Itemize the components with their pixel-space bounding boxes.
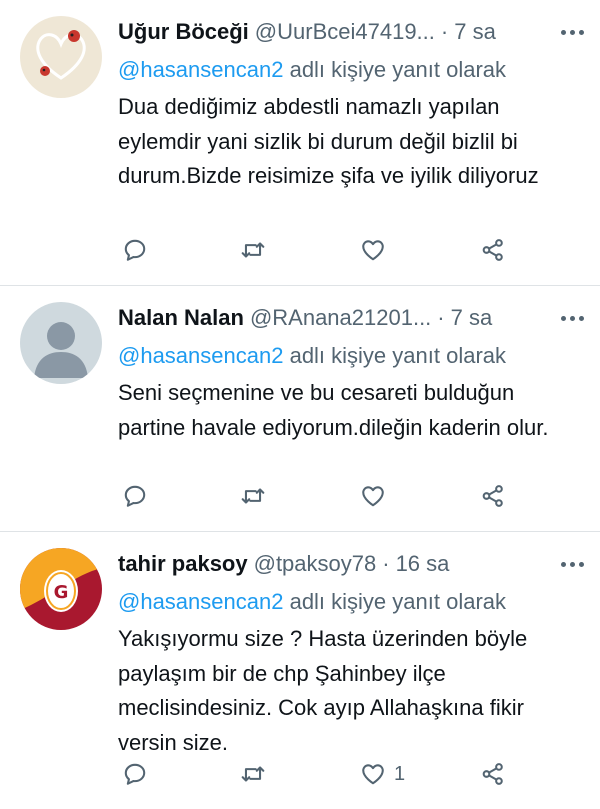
default-profile-image (20, 302, 102, 384)
avatar[interactable] (20, 302, 102, 384)
separator-dot: · (440, 19, 449, 44)
galatasaray-logo-avatar: G (20, 548, 102, 630)
display-name[interactable]: tahir paksoy (118, 551, 248, 577)
timestamp[interactable]: 7 sa (451, 305, 493, 331)
share-button[interactable] (480, 234, 506, 266)
timestamp[interactable]: 16 sa (396, 551, 450, 577)
reply-context: @hasansencan2 adlı kişiye yanıt olarak (118, 52, 586, 88)
more-options-button[interactable] (558, 304, 586, 332)
reply-suffix: adlı kişiye yanıt olarak (289, 57, 507, 82)
tweet-header: Nalan Nalan @RAnana21201... · 7 sa (118, 298, 586, 338)
tweet-actions: 1 (118, 758, 558, 790)
more-icon (560, 315, 566, 321)
tweet-text: Seni seçmenine ve bu cesareti bulduğun p… (118, 380, 549, 440)
reply-suffix: adlı kişiye yanıt olarak (289, 343, 507, 368)
separator-dot: · (382, 551, 390, 576)
like-button[interactable] (360, 480, 394, 512)
tweet-text: Yakışıyormu size ? Hasta üzerinden böyle… (118, 626, 528, 755)
reply-mention-link[interactable]: @hasansencan2 (118, 589, 283, 614)
like-icon (362, 240, 384, 261)
display-name[interactable]: Nalan Nalan (118, 305, 244, 331)
reply-mention-link[interactable]: @hasansencan2 (118, 57, 283, 82)
like-icon (362, 486, 384, 507)
more-options-button[interactable] (558, 18, 586, 46)
tweet-header: Uğur Böceği @UurBcei47419... · 7 sa (118, 12, 586, 52)
like-count: 1 (394, 762, 406, 785)
tweet-actions (118, 234, 558, 266)
share-icon (482, 485, 503, 507)
display-name[interactable]: Uğur Böceği (118, 19, 249, 45)
retweet-button[interactable] (240, 234, 266, 266)
user-handle[interactable]: @tpaksoy78 (254, 551, 377, 577)
reply-mention-link[interactable]: @hasansencan2 (118, 343, 283, 368)
reply-button[interactable] (122, 234, 148, 266)
user-handle[interactable]: @RAnana21201... (250, 305, 431, 331)
more-icon (560, 561, 566, 567)
more-options-button[interactable] (558, 550, 586, 578)
reply-suffix: adlı kişiye yanıt olarak (289, 589, 507, 614)
tweet[interactable]: Nalan Nalan @RAnana21201... · 7 sa @hasa… (0, 286, 600, 532)
retweet-button[interactable] (240, 758, 266, 790)
tweet-actions (118, 480, 558, 512)
timestamp[interactable]: 7 sa (454, 19, 496, 45)
reply-context: @hasansencan2 adlı kişiye yanıt olarak (118, 584, 586, 620)
tweet-text: Dua dediğimiz abdestli namazlı yapılan e… (118, 94, 539, 188)
ladybug-avatar-image (20, 16, 102, 98)
tweet[interactable]: Uğur Böceği @UurBcei47419... · 7 sa @has… (0, 0, 600, 286)
like-button[interactable]: 1 (360, 758, 405, 790)
tweet-header: tahir paksoy @tpaksoy78 · 16 sa (118, 544, 586, 584)
separator-dot: · (437, 305, 445, 330)
retweet-button[interactable] (240, 480, 266, 512)
like-button[interactable] (360, 234, 394, 266)
avatar[interactable] (20, 16, 102, 98)
reply-icon (124, 485, 146, 507)
svg-text:G: G (54, 582, 69, 603)
like-icon (362, 764, 384, 785)
retweet-icon (241, 242, 265, 258)
share-button[interactable] (480, 758, 506, 790)
tweet[interactable]: G tahir paksoy @tpaksoy78 · 16 sa @hasan… (0, 532, 600, 808)
share-icon (482, 239, 503, 261)
share-button[interactable] (480, 480, 506, 512)
retweet-icon (241, 488, 265, 504)
reply-icon (124, 763, 146, 785)
user-handle[interactable]: @UurBcei47419... (255, 19, 435, 45)
avatar[interactable]: G (20, 548, 102, 630)
reply-button[interactable] (122, 758, 148, 790)
more-icon (560, 29, 566, 35)
share-icon (482, 763, 503, 785)
reply-context: @hasansencan2 adlı kişiye yanıt olarak (118, 338, 586, 374)
reply-icon (124, 239, 146, 261)
reply-button[interactable] (122, 480, 148, 512)
retweet-icon (241, 766, 265, 782)
